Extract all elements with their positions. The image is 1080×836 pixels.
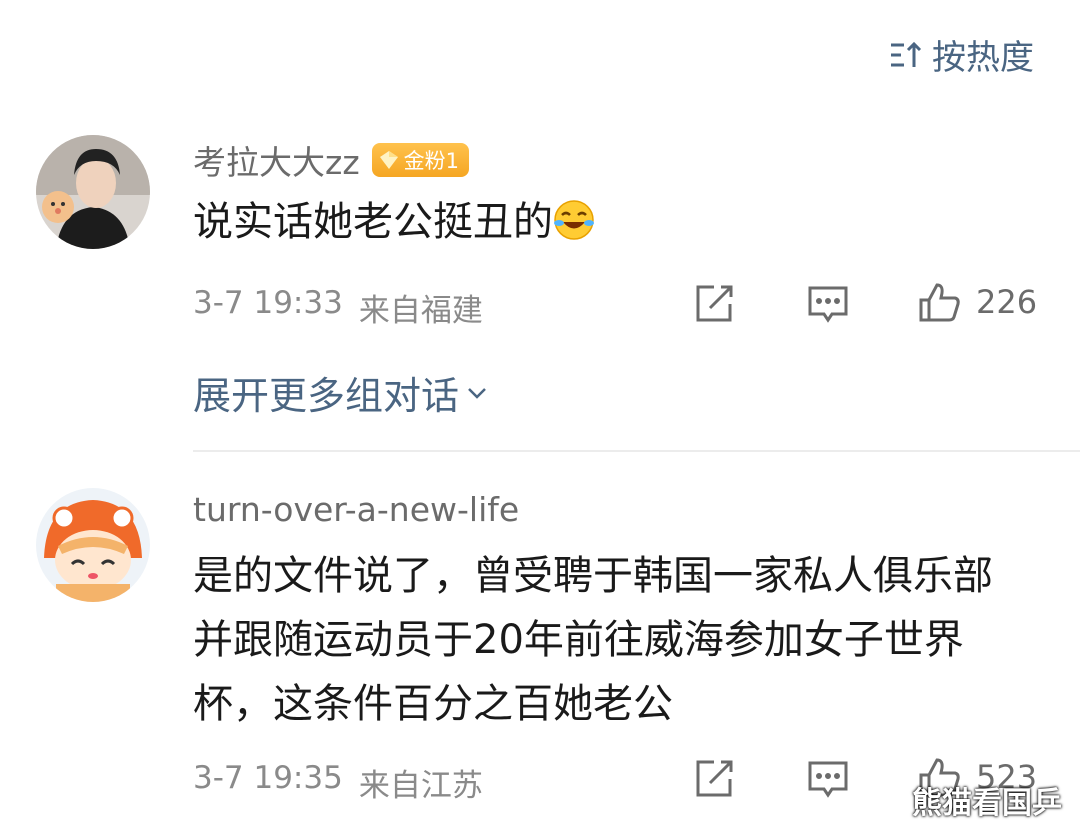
sort-icon — [891, 41, 922, 67]
sort-by-hot-button[interactable]: 按热度 — [888, 30, 1034, 79]
reply-button[interactable] — [806, 757, 850, 801]
username[interactable]: 考拉大大zz — [193, 136, 360, 184]
comment-meta: 3-7 19:35 来自江苏 — [193, 760, 483, 805]
share-button[interactable] — [692, 282, 736, 326]
comment-meta: 3-7 19:33 来自福建 — [193, 285, 483, 330]
expand-conversation-link[interactable]: 展开更多组对话 — [193, 365, 489, 420]
divider — [193, 450, 1080, 452]
comment-username-row: turn-over-a-new-life — [193, 490, 519, 529]
comment-text: 是的文件说了，曾受聘于韩国一家私人俱乐部并跟随运动员于20年前往威海参加女子世界… — [193, 544, 1010, 736]
watermark: 熊猫看国乒 — [912, 786, 1062, 821]
share-button[interactable] — [692, 757, 736, 801]
reply-button[interactable] — [806, 282, 850, 326]
like-button[interactable]: 226 — [918, 280, 1037, 324]
badge-label: 金粉1 — [403, 149, 460, 173]
comment-time: 3-7 19:35 — [193, 760, 343, 796]
share-icon — [696, 760, 733, 797]
comment-text-content: 是的文件说了，曾受聘于韩国一家私人俱乐部并跟随运动员于20年前往威海参加女子世界… — [193, 553, 993, 727]
chevron-down-icon — [468, 387, 486, 399]
comment-text-content: 说实话她老公挺丑的 — [193, 199, 553, 245]
diamond-icon — [379, 151, 398, 169]
comment-text: 说实话她老公挺丑的 — [193, 190, 1020, 254]
expand-label: 展开更多组对话 — [193, 374, 460, 418]
fan-badge[interactable]: 金粉1 — [371, 143, 470, 177]
sort-label: 按热度 — [932, 38, 1034, 78]
comment-location: 来自福建 — [358, 293, 483, 329]
comment-icon — [808, 286, 848, 323]
avatar[interactable] — [36, 488, 150, 602]
comment-time: 3-7 19:33 — [193, 285, 343, 321]
share-icon — [696, 285, 733, 322]
comment-username-row: 考拉大大zz 金粉1 — [193, 136, 470, 184]
comment-icon — [808, 761, 848, 798]
avatar[interactable] — [36, 135, 150, 249]
username[interactable]: turn-over-a-new-life — [193, 490, 519, 529]
laughing-crying-emoji-icon — [554, 200, 594, 240]
thumbs-up-icon — [919, 283, 960, 322]
comment-location: 来自江苏 — [358, 768, 483, 804]
like-count: 226 — [976, 283, 1038, 321]
